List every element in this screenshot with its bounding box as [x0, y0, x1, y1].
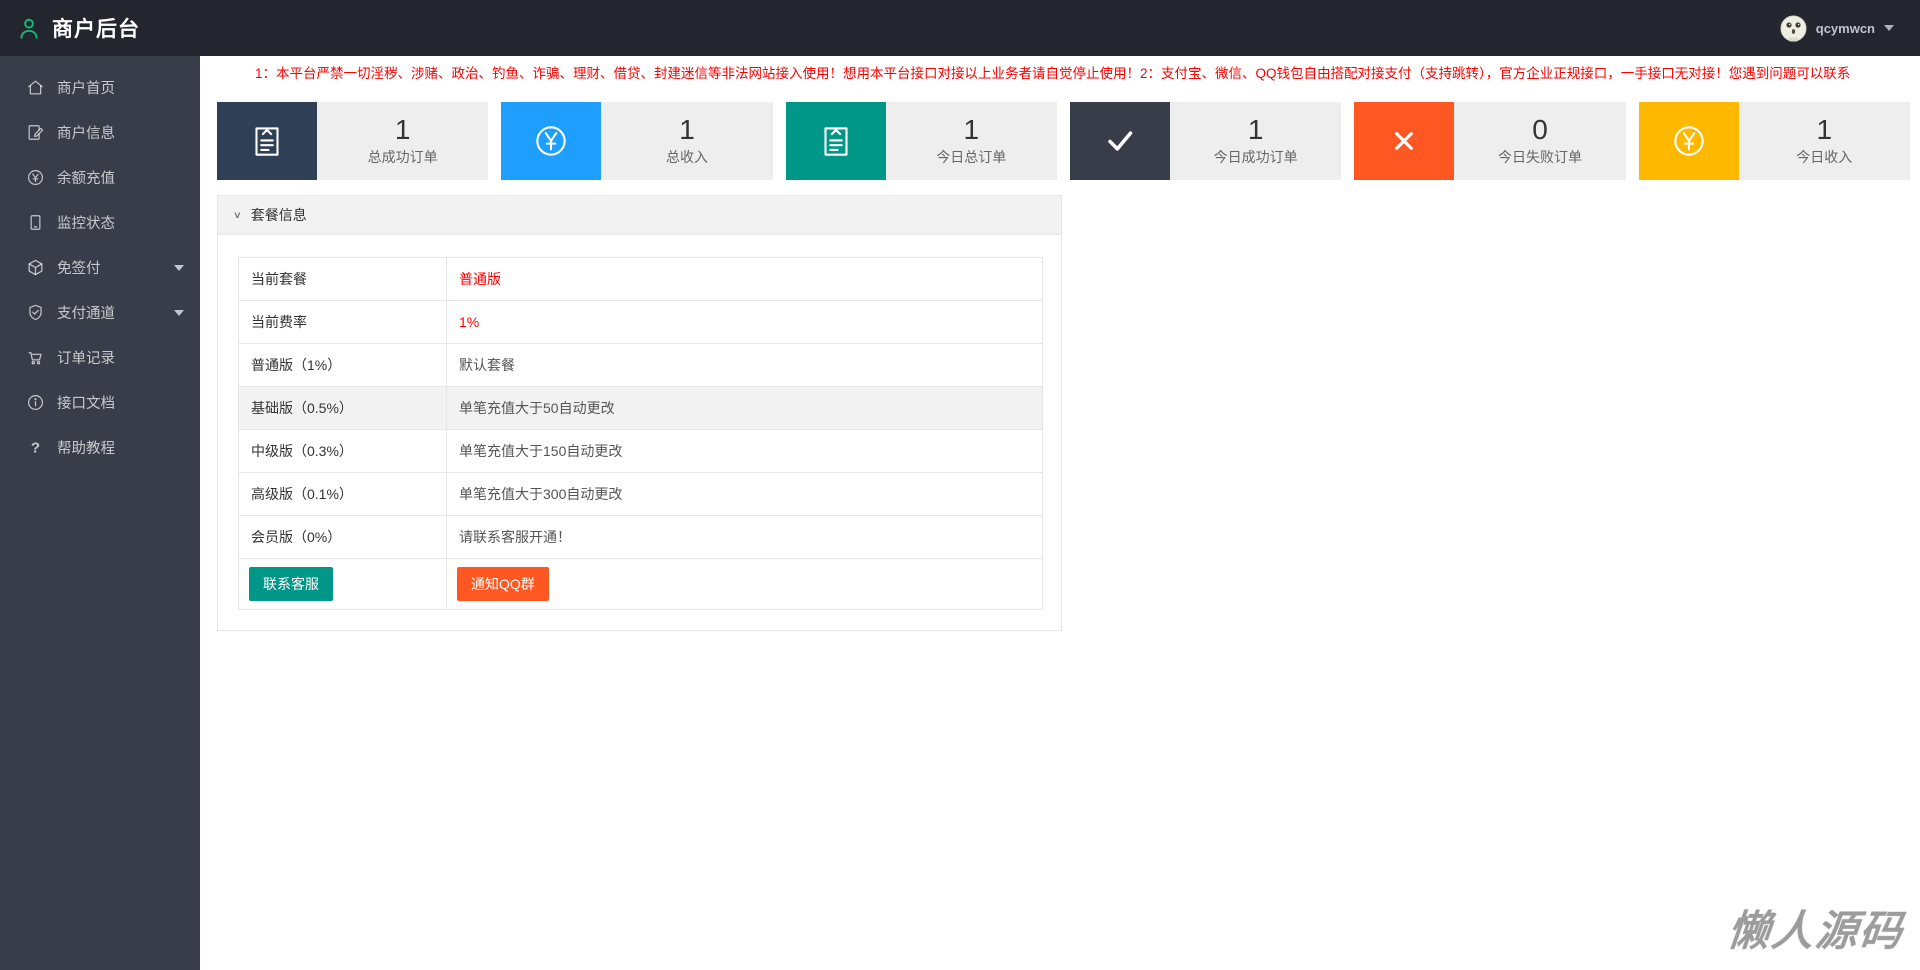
- stat-label: 今日总订单: [936, 149, 1007, 166]
- stats-row: 1 总成功订单 1 总收入 1 今日总订单 1 今日成功订单 0 今日失败订单: [200, 92, 1920, 180]
- stat-value: 0: [1532, 113, 1548, 145]
- home-icon: [24, 77, 46, 99]
- close-icon: [1354, 102, 1455, 180]
- sidebar-item-shield-check[interactable]: 支付通道: [0, 290, 200, 335]
- stat-label: 今日失败订单: [1497, 149, 1582, 166]
- sidebar-item-info-circle[interactable]: 接口文档: [0, 380, 200, 425]
- table-row: 会员版（0%） 请联系客服开通！: [238, 515, 1043, 559]
- collapse-chevron-icon: ∨: [233, 209, 242, 221]
- page-title: 商户后台: [52, 18, 140, 41]
- sidebar-item-monitor[interactable]: 监控状态: [0, 200, 200, 245]
- package-info-panel: ∨ 套餐信息 当前套餐 普通版 当前费率 1% 普通版（1%） 默认套餐 基础版…: [217, 195, 1062, 631]
- stat-card: 0 今日失败订单: [1354, 102, 1626, 180]
- plan-name-cell: 当前费率: [238, 300, 447, 344]
- sidebar-item-yen-circle[interactable]: 余额充值: [0, 155, 200, 200]
- plan-desc-cell: 单笔充值大于150自动更改: [446, 429, 1043, 473]
- stat-card: 1 今日总订单: [785, 102, 1057, 180]
- info-circle-icon: [24, 392, 46, 414]
- main-content: 1：本平台严禁一切淫秽、涉赌、政治、钓鱼、诈骗、理财、借贷、封建迷信等非法网站接…: [200, 0, 1920, 970]
- logo-area: 商户后台: [0, 13, 210, 43]
- check-icon: [1069, 102, 1170, 180]
- chevron-down-icon: [174, 264, 184, 271]
- sidebar-item-label: 帮助教程: [57, 441, 115, 457]
- plan-name-cell: 当前套餐: [238, 257, 447, 301]
- table-row: 高级版（0.1%） 单笔充值大于300自动更改: [238, 472, 1043, 516]
- stat-card: 1 今日收入: [1638, 102, 1910, 180]
- user-menu[interactable]: qcymwcn: [1780, 15, 1920, 42]
- plan-desc-cell: 普通版: [446, 257, 1043, 301]
- sidebar-item-label: 余额充值: [57, 171, 115, 187]
- table-row: 普通版（1%） 默认套餐: [238, 343, 1043, 387]
- plan-desc-cell: 单笔充值大于50自动更改: [446, 386, 1043, 430]
- cube-icon: [24, 257, 46, 279]
- sidebar-item-label: 订单记录: [57, 351, 115, 367]
- watermark: 懒人源码: [1725, 907, 1907, 954]
- plan-name-cell: 高级版（0.1%）: [238, 472, 447, 516]
- chevron-down-icon: [174, 309, 184, 316]
- sidebar-item-label: 商户信息: [57, 126, 115, 142]
- sidebar-item-edit-doc[interactable]: 商户信息: [0, 110, 200, 155]
- top-header: 商户后台 qcymwcn: [0, 0, 1920, 56]
- stat-value: 1: [394, 113, 411, 145]
- sidebar-item-label: 监控状态: [57, 216, 115, 232]
- stat-label: 今日成功订单: [1213, 149, 1298, 166]
- sidebar-item-cube[interactable]: 免签付: [0, 245, 200, 290]
- sidebar-item-home[interactable]: 商户首页: [0, 65, 200, 110]
- panel-collapse-header[interactable]: ∨ 套餐信息: [217, 195, 1062, 235]
- plan-name-cell: 会员版（0%）: [238, 515, 447, 559]
- clipboard-icon: [217, 102, 317, 180]
- shield-check-icon: [24, 302, 46, 324]
- clipboard-icon: [785, 102, 886, 180]
- plan-desc-cell: 请联系客服开通！: [446, 515, 1043, 559]
- plan-table: 当前套餐 普通版 当前费率 1% 普通版（1%） 默认套餐 基础版（0.5%） …: [238, 257, 1043, 610]
- notice-banner: 1：本平台严禁一切淫秽、涉赌、政治、钓鱼、诈骗、理财、借贷、封建迷信等非法网站接…: [255, 66, 1851, 81]
- table-row: 中级版（0.3%） 单笔充值大于150自动更改: [238, 429, 1043, 473]
- stat-label: 今日收入: [1796, 149, 1853, 166]
- sidebar-item-label: 商户首页: [57, 81, 115, 97]
- sidebar-item-cart[interactable]: 订单记录: [0, 335, 200, 380]
- stat-label: 总收入: [665, 149, 708, 166]
- contact-support-button[interactable]: 联系客服: [249, 567, 333, 601]
- table-row: 当前费率 1%: [238, 300, 1043, 344]
- panel-title: 套餐信息: [250, 207, 307, 223]
- stat-value: 1: [1816, 113, 1833, 145]
- plan-name-cell: 普通版（1%）: [238, 343, 447, 387]
- avatar: [1780, 15, 1807, 42]
- stat-card: 1 今日成功订单: [1069, 102, 1342, 180]
- yen-icon: [501, 102, 602, 180]
- button-row: 联系客服 通知QQ群: [238, 558, 1043, 610]
- plan-desc-cell: 1%: [446, 300, 1043, 344]
- stat-value: 1: [679, 113, 695, 145]
- sidebar-item-label: 免签付: [57, 261, 101, 277]
- plan-desc-cell: 单笔充值大于300自动更改: [446, 472, 1043, 516]
- plan-desc-cell: 默认套餐: [446, 343, 1043, 387]
- yen-circle-icon: [24, 167, 46, 189]
- cart-icon: [24, 347, 46, 369]
- notify-qq-group-button[interactable]: 通知QQ群: [457, 567, 549, 601]
- username: qcymwcn: [1815, 20, 1875, 36]
- sidebar-item-label: 支付通道: [57, 306, 115, 322]
- table-row: 当前套餐 普通版: [238, 257, 1043, 301]
- yen-icon: [1638, 102, 1739, 180]
- table-row: 基础版（0.5%） 单笔充值大于50自动更改: [238, 386, 1043, 430]
- question-icon: ?: [24, 437, 46, 459]
- stat-value: 1: [1247, 113, 1264, 145]
- stat-card: 1 总收入: [501, 102, 773, 180]
- monitor-icon: [24, 212, 46, 234]
- panel-body: 当前套餐 普通版 当前费率 1% 普通版（1%） 默认套餐 基础版（0.5%） …: [217, 235, 1062, 631]
- stat-label: 总成功订单: [367, 149, 438, 166]
- edit-doc-icon: [24, 122, 46, 144]
- plan-name-cell: 基础版（0.5%）: [238, 386, 447, 430]
- plan-name-cell: 中级版（0.3%）: [238, 429, 447, 473]
- sidebar-item-label: 接口文档: [57, 396, 115, 412]
- sidebar: 商户首页 商户信息 余额充值 监控状态 免签付 支付通道 订单记录 接口文档 ?…: [0, 56, 200, 970]
- stat-card: 1 总成功订单: [217, 102, 489, 180]
- svg-text:?: ?: [30, 439, 39, 456]
- merchant-person-icon: [16, 15, 42, 41]
- sidebar-item-question[interactable]: ? 帮助教程: [0, 425, 200, 470]
- chevron-down-icon: [1884, 25, 1894, 31]
- stat-value: 1: [963, 113, 980, 145]
